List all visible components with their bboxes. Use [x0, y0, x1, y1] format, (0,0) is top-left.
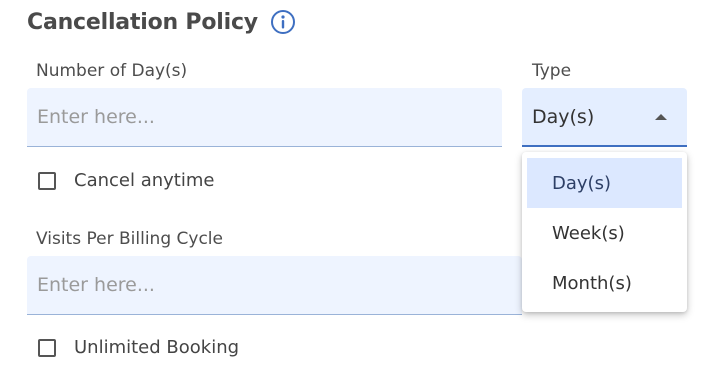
cancel-anytime-option[interactable]: Cancel anytime [38, 170, 214, 191]
type-option-days[interactable]: Day(s) [527, 158, 682, 208]
days-input[interactable] [27, 88, 502, 147]
cancel-anytime-checkbox[interactable] [38, 171, 56, 190]
cancel-anytime-label: Cancel anytime [74, 170, 215, 191]
type-option-weeks[interactable]: Week(s) [527, 208, 682, 258]
type-select-value: Day(s) [532, 105, 595, 128]
section-heading: Cancellation Policy [27, 6, 296, 38]
unlimited-booking-checkbox[interactable] [38, 338, 56, 357]
type-select[interactable]: Day(s) [522, 88, 687, 147]
visits-field-label: Visits Per Billing Cycle [36, 229, 223, 249]
unlimited-booking-label: Unlimited Booking [74, 337, 240, 358]
visits-input[interactable] [27, 256, 522, 315]
type-field-label: Type [532, 61, 572, 81]
type-dropdown-menu: Day(s) Week(s) Month(s) [522, 152, 687, 312]
unlimited-booking-option[interactable]: Unlimited Booking [38, 337, 239, 358]
info-icon[interactable] [270, 9, 296, 35]
cancellation-policy-form: Cancellation Policy Number of Day(s) Typ… [0, 0, 702, 377]
caret-up-icon [655, 113, 667, 120]
type-option-months[interactable]: Month(s) [527, 258, 682, 308]
section-title: Cancellation Policy [27, 9, 258, 35]
days-field-label: Number of Day(s) [36, 61, 188, 81]
